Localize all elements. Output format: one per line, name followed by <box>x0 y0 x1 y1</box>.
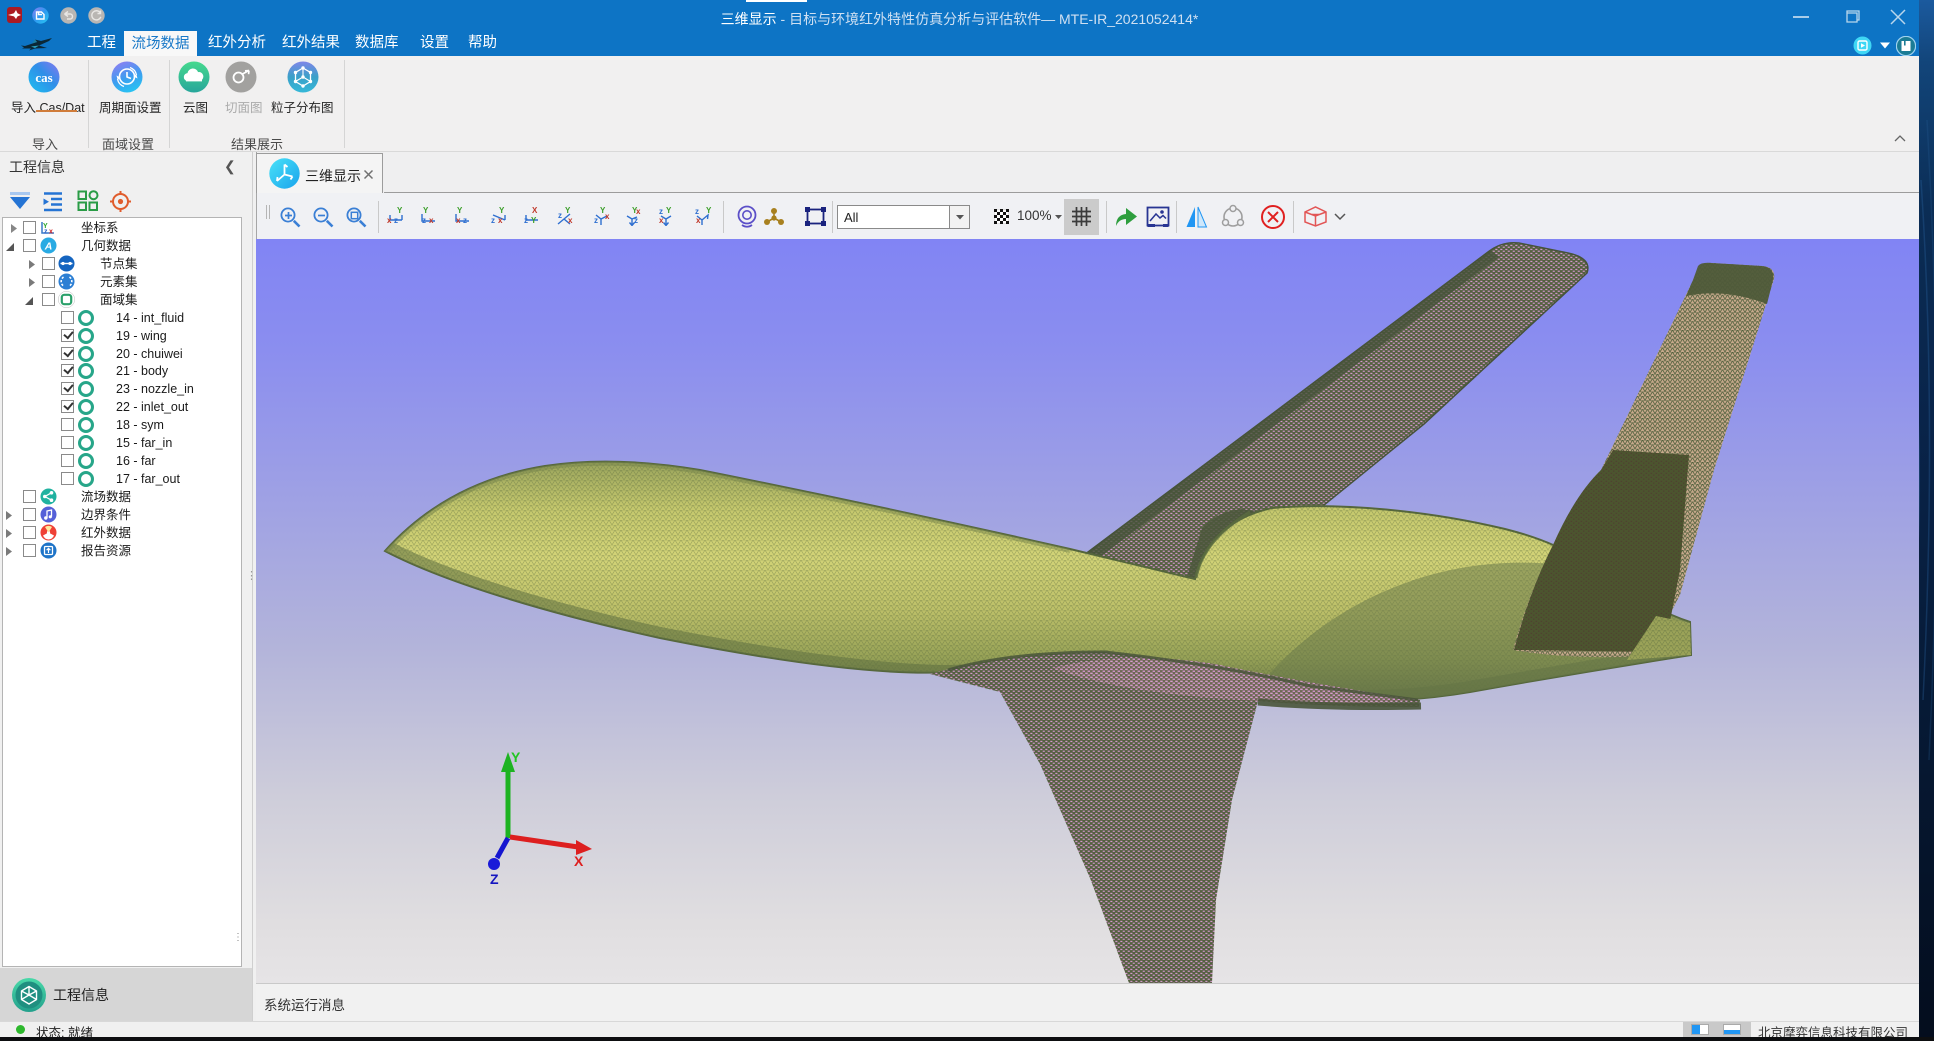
svg-text:z: z <box>422 216 426 225</box>
svg-text:Y: Y <box>397 206 403 215</box>
svg-text:z: z <box>44 229 48 236</box>
svg-text:z: z <box>634 216 638 225</box>
svg-text:z: z <box>491 216 495 225</box>
svg-text:x: x <box>456 216 461 225</box>
svg-text:X: X <box>532 206 538 215</box>
svg-text:x: x <box>387 216 392 225</box>
svg-text:z: z <box>594 216 598 225</box>
svg-text:A: A <box>44 241 53 253</box>
svg-text:z: z <box>524 216 528 225</box>
svg-text:Y: Y <box>457 206 463 215</box>
svg-text:x: x <box>429 216 434 225</box>
svg-text:X: X <box>574 853 584 869</box>
svg-text:z: z <box>558 211 562 220</box>
svg-text:z: z <box>659 207 663 216</box>
svg-text:Y: Y <box>423 206 429 215</box>
svg-text:Y: Y <box>706 206 712 215</box>
svg-text:Y: Y <box>499 206 505 215</box>
svg-text:z: z <box>695 207 699 216</box>
svg-text:Y: Y <box>565 206 571 215</box>
svg-text:x: x <box>659 216 664 225</box>
svg-text:Y: Y <box>666 206 672 215</box>
svg-text:x: x <box>568 216 573 225</box>
svg-text:x: x <box>605 212 610 221</box>
svg-text:Y: Y <box>511 749 521 765</box>
svg-text:z: z <box>394 216 398 225</box>
svg-text:z: z <box>463 216 467 225</box>
svg-text:Y: Y <box>531 216 537 225</box>
svg-text:x: x <box>696 216 701 225</box>
svg-text:Z: Z <box>490 871 499 887</box>
svg-text:x: x <box>49 229 53 236</box>
svg-text:cas: cas <box>35 70 52 85</box>
svg-text:x: x <box>636 207 641 216</box>
svg-text:x: x <box>498 216 503 225</box>
